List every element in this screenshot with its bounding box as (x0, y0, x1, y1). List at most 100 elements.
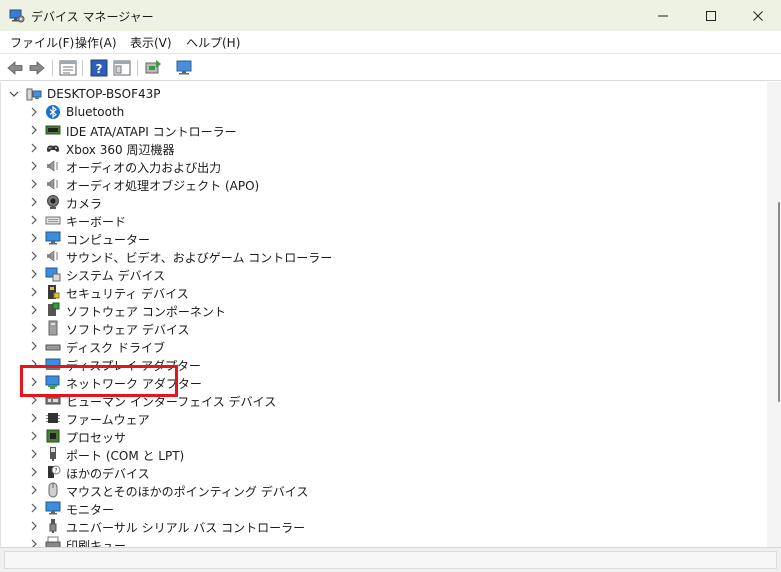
disk-drive-icon (45, 344, 61, 351)
chevron-right-icon[interactable] (28, 250, 40, 262)
chevron-right-icon[interactable] (28, 484, 40, 496)
tree-item-label: コンピューター (66, 233, 151, 247)
tree-item[interactable]: オーディオの入力および出力 (1, 157, 761, 175)
usb-icon (49, 519, 57, 533)
unknown-device-icon: ? (48, 465, 61, 478)
tree-item-label: モニター (66, 503, 115, 517)
menu-file[interactable]: ファイル(F) (10, 34, 74, 51)
maximize-button[interactable] (688, 0, 734, 31)
properties-icon[interactable] (58, 58, 78, 78)
processor-icon (46, 429, 60, 443)
maximize-icon (706, 10, 716, 21)
tree-root[interactable]: DESKTOP-BSOF43P (1, 85, 761, 103)
tree-item-label: ファームウェア (66, 413, 150, 427)
tree-item[interactable]: ディスク ドライブ (1, 337, 761, 355)
tree-item[interactable]: セキュリティ デバイス (1, 283, 761, 301)
tree-item[interactable]: ソフトウェア コンポーネント (1, 301, 761, 319)
back-arrow-icon[interactable] (5, 58, 25, 78)
tree-item-label: システム デバイス (66, 269, 166, 283)
tree-item[interactable]: ソフトウェア デバイス (1, 319, 761, 337)
help-icon[interactable]: ? (89, 58, 109, 78)
menu-view[interactable]: 表示(V) (130, 34, 172, 51)
close-button[interactable] (735, 0, 781, 31)
svg-text:?: ? (96, 62, 103, 76)
chevron-right-icon[interactable] (28, 106, 40, 118)
chevron-right-icon[interactable] (28, 214, 40, 226)
status-field (4, 551, 777, 569)
chevron-right-icon[interactable] (28, 394, 40, 406)
chevron-right-icon[interactable] (28, 448, 40, 460)
title-bar: デバイス マネージャー (0, 0, 781, 31)
tree-item[interactable]: キーボード (1, 211, 761, 229)
chevron-right-icon[interactable] (28, 232, 40, 244)
chevron-right-icon[interactable] (28, 520, 40, 532)
toolbar-separator (137, 60, 138, 76)
chevron-right-icon[interactable] (28, 538, 40, 547)
forward-arrow-icon[interactable] (27, 58, 47, 78)
tree-root-label: DESKTOP-BSOF43P (47, 87, 161, 101)
chip-icon (46, 413, 60, 423)
tree-item[interactable]: コンピューター (1, 229, 761, 247)
tree-item[interactable]: IDE ATA/ATAPI コントローラー (1, 121, 761, 139)
chevron-right-icon[interactable] (28, 430, 40, 442)
tree-item-label: オーディオの入力および出力 (66, 161, 222, 175)
tree-item-label: プロセッサ (66, 431, 127, 445)
view-icon[interactable] (112, 58, 132, 78)
tree-item[interactable]: サウンド、ビデオ、およびゲーム コントローラー (1, 247, 761, 265)
chevron-right-icon[interactable] (28, 178, 40, 190)
chevron-right-icon[interactable] (28, 340, 40, 352)
toolbar-separator (52, 60, 53, 76)
tree-item-label: IDE ATA/ATAPI コントローラー (66, 125, 237, 139)
software-component-icon (48, 302, 60, 316)
tree-item[interactable]: ? ほかのデバイス (1, 463, 761, 481)
chevron-right-icon[interactable] (28, 376, 40, 388)
tree-item[interactable]: システム デバイス (1, 265, 761, 283)
device-tree[interactable]: DESKTOP-BSOF43P Bluetooth IDE ATA/ATAPI コ… (0, 82, 767, 547)
chevron-down-icon[interactable] (8, 88, 20, 100)
tree-item[interactable]: ファームウェア (1, 409, 761, 427)
vertical-scrollbar[interactable] (767, 82, 781, 547)
minimize-button[interactable] (640, 0, 686, 31)
chevron-right-icon[interactable] (28, 196, 40, 208)
chevron-right-icon[interactable] (28, 124, 40, 136)
menu-help[interactable]: ヘルプ(H) (186, 34, 240, 51)
chevron-right-icon[interactable] (28, 502, 40, 514)
tree-item-label: ネットワーク アダプター (66, 377, 202, 391)
tree-item[interactable]: ポート (COM と LPT) (1, 445, 761, 463)
tree-item-label: サウンド、ビデオ、およびゲーム コントローラー (66, 251, 333, 265)
tree-item[interactable]: ディスプレイ アダプター (1, 355, 761, 373)
toolbar: ? (0, 53, 781, 81)
hid-icon (45, 396, 61, 405)
chevron-right-icon[interactable] (28, 160, 40, 172)
tree-item-label: 印刷キュー (66, 539, 127, 547)
tree-item[interactable]: 印刷キュー (1, 535, 761, 547)
tree-item[interactable]: マウスとそのほかのポインティング デバイス (1, 481, 761, 499)
tree-item[interactable]: ヒューマン インターフェイス デバイス (1, 391, 761, 409)
tree-item-label: ディスク ドライブ (66, 341, 165, 355)
webcam-icon (47, 195, 59, 209)
port-icon (50, 447, 56, 461)
scan-hardware-icon[interactable] (174, 58, 194, 78)
chevron-right-icon[interactable] (28, 142, 40, 154)
tree-item[interactable]: モニター (1, 499, 761, 517)
chevron-right-icon[interactable] (28, 466, 40, 478)
update-driver-icon[interactable] (143, 58, 163, 78)
chevron-right-icon[interactable] (28, 322, 40, 334)
chevron-right-icon[interactable] (28, 412, 40, 424)
minimize-icon (658, 15, 668, 16)
tree-item[interactable]: ユニバーサル シリアル バス コントローラー (1, 517, 761, 535)
menu-action[interactable]: 操作(A) (75, 34, 117, 51)
tree-item[interactable]: ネットワーク アダプター (1, 373, 761, 391)
chevron-right-icon[interactable] (28, 268, 40, 280)
security-device-icon (48, 285, 60, 299)
chevron-right-icon[interactable] (28, 304, 40, 316)
chevron-right-icon[interactable] (28, 286, 40, 298)
chevron-right-icon[interactable] (28, 358, 40, 370)
tree-item[interactable]: カメラ (1, 193, 761, 211)
tree-item[interactable]: Bluetooth (1, 103, 761, 121)
tree-item[interactable]: プロセッサ (1, 427, 761, 445)
tree-item-label: ほかのデバイス (66, 467, 150, 481)
tree-item[interactable]: Xbox 360 周辺機器 (1, 139, 761, 157)
scrollbar-thumb[interactable] (778, 202, 780, 402)
tree-item[interactable]: オーディオ処理オブジェクト (APO) (1, 175, 761, 193)
